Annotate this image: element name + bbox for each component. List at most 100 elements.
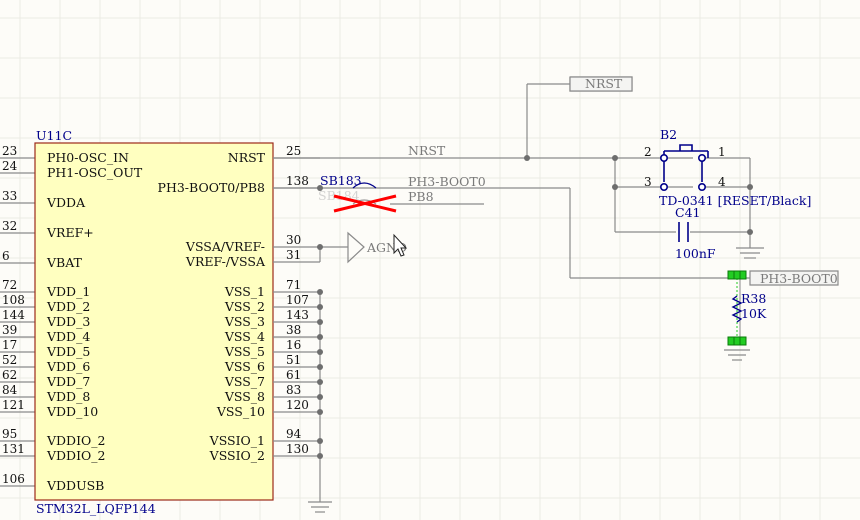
nrst-junction bbox=[524, 155, 530, 161]
agnd-junction bbox=[317, 244, 323, 250]
component-designator[interactable]: U11C bbox=[36, 128, 72, 143]
left-pin-number: 121 bbox=[2, 398, 25, 412]
capacitor-c41[interactable] bbox=[678, 222, 689, 242]
right-pin-name: VSS_1 bbox=[224, 284, 265, 299]
button-contacts bbox=[659, 154, 706, 192]
button-b2[interactable] bbox=[663, 144, 709, 182]
left-pin-number: 17 bbox=[2, 338, 17, 352]
left-pin-number: 6 bbox=[2, 249, 10, 263]
right-pin-number: 16 bbox=[286, 338, 301, 352]
left-pin-name: VDD_3 bbox=[46, 314, 90, 329]
solder-bridge-1-label[interactable]: SB183 bbox=[320, 173, 362, 188]
button-junction-4 bbox=[747, 184, 753, 190]
right-pin-name: VSS_4 bbox=[224, 329, 265, 344]
left-pin-number: 72 bbox=[2, 278, 17, 292]
left-pin-number: 24 bbox=[2, 159, 18, 173]
right-pin-name: VSS_5 bbox=[224, 344, 265, 359]
left-pin-number: 108 bbox=[2, 293, 25, 307]
button-junction-2 bbox=[612, 155, 618, 161]
pb8-net-label: PB8 bbox=[408, 189, 434, 204]
right-pin-name: VSSA/VREF- bbox=[185, 239, 265, 254]
vss-junction-dot bbox=[317, 364, 323, 370]
right-pin-number: 83 bbox=[286, 383, 301, 397]
left-pin-name: VREF+ bbox=[46, 225, 94, 240]
right-pin-number: 130 bbox=[286, 442, 309, 456]
left-pin-number: 32 bbox=[2, 219, 17, 233]
button-pin-1: 1 bbox=[718, 145, 726, 159]
right-pin-name: PH3-BOOT0/PB8 bbox=[158, 180, 265, 195]
vss-junction-dot bbox=[317, 289, 323, 295]
left-pin-number: 62 bbox=[2, 368, 17, 382]
right-pin-number: 31 bbox=[286, 248, 301, 262]
vss-junction-dot bbox=[317, 438, 323, 444]
resistor-designator[interactable]: R38 bbox=[741, 291, 766, 306]
left-pin-name: VBAT bbox=[46, 255, 83, 270]
button-part[interactable]: TD-0341 [RESET/Black] bbox=[659, 193, 811, 208]
left-pin-name: VDDUSB bbox=[46, 478, 104, 493]
right-pin-number: 71 bbox=[286, 278, 301, 292]
left-pin-number: 131 bbox=[2, 442, 25, 456]
right-pin-name: VSS_8 bbox=[224, 389, 265, 404]
right-pin-name: VSS_7 bbox=[224, 374, 265, 389]
vss-junction-dot bbox=[317, 453, 323, 459]
nrst-net-label: NRST bbox=[408, 143, 446, 158]
left-pin-name: VDD_10 bbox=[46, 404, 98, 419]
button-pin-3: 3 bbox=[644, 175, 652, 189]
left-pin-number: 52 bbox=[2, 353, 17, 367]
left-pin-name: PH1-OSC_OUT bbox=[47, 165, 143, 180]
component-part-name[interactable]: STM32L_LQFP144 bbox=[36, 501, 156, 516]
schematic-sheet[interactable]: U11C STM32L_LQFP144 25NRST138PH3-BOOT0/P… bbox=[0, 0, 860, 520]
button-pin-4: 4 bbox=[718, 175, 726, 189]
vss-junction-dot bbox=[317, 334, 323, 340]
capacitor-value[interactable]: 100nF bbox=[675, 246, 716, 261]
right-pin-name: VSSIO_2 bbox=[209, 448, 265, 463]
right-pin-name: VSS_6 bbox=[224, 359, 265, 374]
left-pin-name: VDDIO_2 bbox=[46, 448, 105, 463]
left-pin-number: 39 bbox=[2, 323, 17, 337]
button-junction-3 bbox=[612, 184, 618, 190]
no-connect-cross-icon bbox=[333, 194, 397, 213]
right-pin-name: VREF-/VSSA bbox=[185, 254, 266, 269]
boot0-port-label: PH3-BOOT0 bbox=[760, 271, 838, 286]
right-pin-number: 51 bbox=[286, 353, 301, 367]
right-pin-number: 38 bbox=[286, 323, 301, 337]
right-pin-number: 30 bbox=[286, 233, 301, 247]
vss-junction-dot bbox=[317, 319, 323, 325]
resistor-value[interactable]: 10K bbox=[741, 306, 767, 321]
vss-junction-dot bbox=[317, 379, 323, 385]
vss-junction-dot bbox=[317, 409, 323, 415]
left-pin-number: 95 bbox=[2, 427, 17, 441]
right-pin-number: 120 bbox=[286, 398, 309, 412]
right-pin-number: 61 bbox=[286, 368, 301, 382]
left-pin-name: VDDIO_2 bbox=[46, 433, 105, 448]
button-pin-2: 2 bbox=[644, 145, 652, 159]
left-pin-name: VDDA bbox=[46, 195, 86, 210]
left-pin-name: PH0-OSC_IN bbox=[47, 150, 129, 165]
right-pin-name: VSS_3 bbox=[224, 314, 265, 329]
left-pin-name: VDD_6 bbox=[46, 359, 90, 374]
nrst-wire[interactable] bbox=[273, 76, 764, 259]
right-pin-name: VSS_2 bbox=[224, 299, 265, 314]
left-pin-number: 144 bbox=[2, 308, 25, 322]
right-pin-name: VSS_10 bbox=[216, 404, 265, 419]
right-pin-number: 25 bbox=[286, 144, 301, 158]
button-designator[interactable]: B2 bbox=[660, 127, 677, 142]
right-pin-number: 94 bbox=[286, 427, 302, 441]
left-pin-number: 33 bbox=[2, 189, 17, 203]
right-pin-name: NRST bbox=[228, 150, 266, 165]
left-pin-name: VDD_5 bbox=[46, 344, 90, 359]
nrst-port-label: NRST bbox=[585, 76, 623, 91]
left-pin-name: VDD_2 bbox=[46, 299, 90, 314]
boot0-net-label: PH3-BOOT0 bbox=[408, 174, 486, 189]
cap-junction bbox=[747, 229, 753, 235]
vss-junction-dot bbox=[317, 349, 323, 355]
vss-junction-dot bbox=[317, 304, 323, 310]
left-pin-number: 23 bbox=[2, 144, 17, 158]
right-pin-number: 138 bbox=[286, 174, 309, 188]
left-pin-number: 106 bbox=[2, 472, 25, 486]
left-pin-name: VDD_7 bbox=[46, 374, 90, 389]
r38-ground bbox=[724, 349, 750, 361]
right-pin-name: VSSIO_1 bbox=[209, 433, 265, 448]
left-pin-name: VDD_4 bbox=[46, 329, 90, 344]
vss-junction-dot bbox=[317, 394, 323, 400]
